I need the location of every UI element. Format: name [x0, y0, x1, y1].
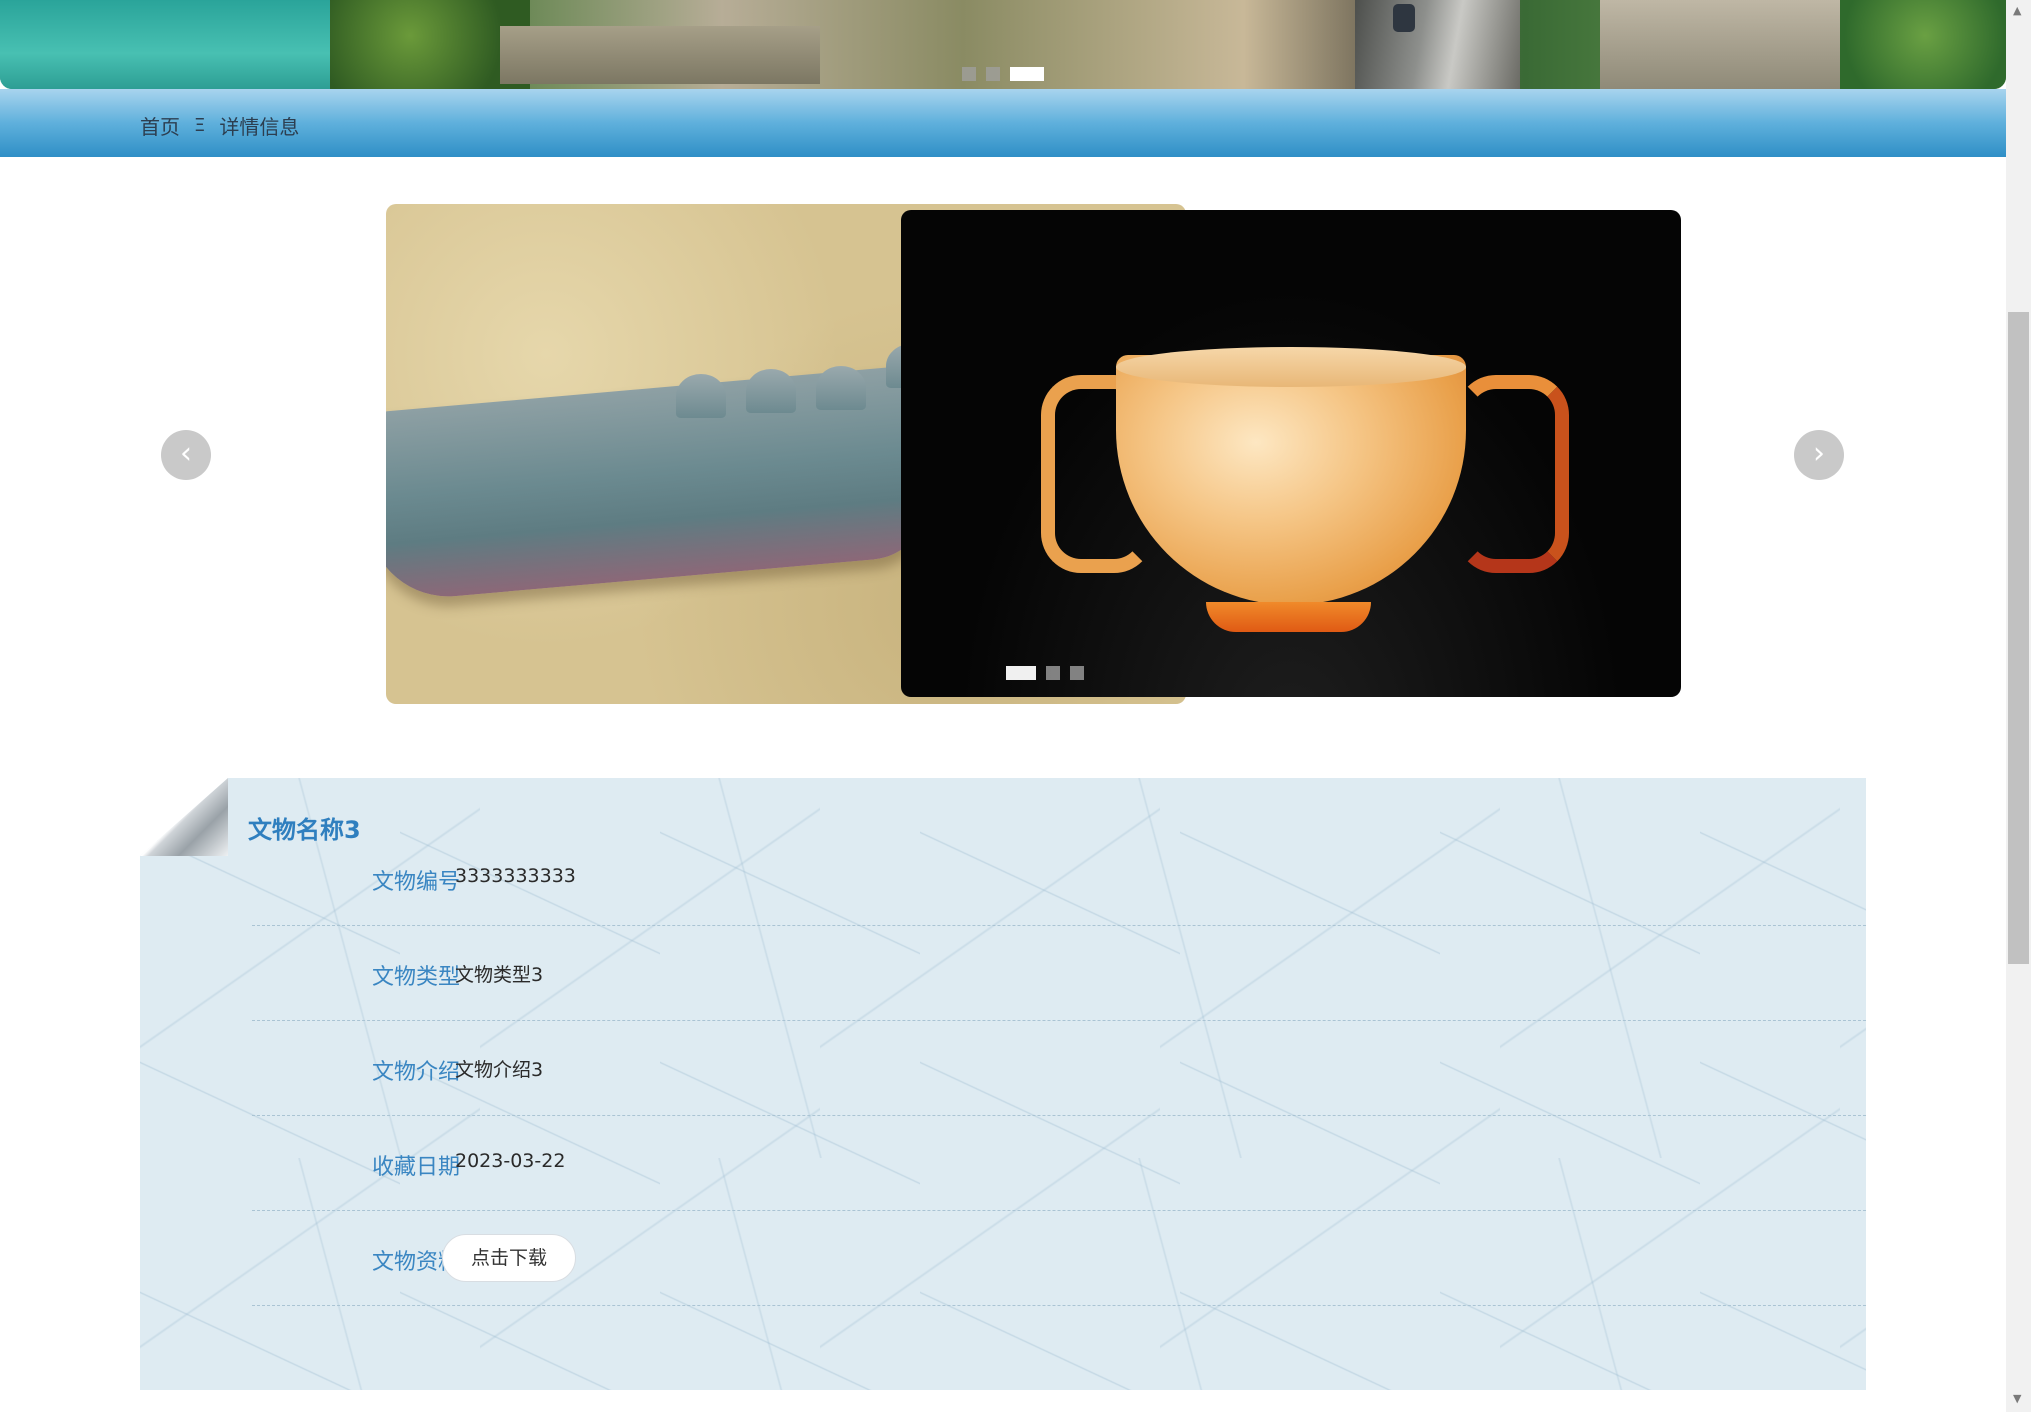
breadcrumb-current: 详情信息 — [219, 115, 300, 139]
banner-trees-right — [1840, 0, 2006, 89]
banner-dot-1[interactable] — [962, 67, 976, 81]
banner-water — [0, 0, 360, 89]
field-label: 收藏日期 — [371, 1155, 460, 1180]
banner-dot-3[interactable] — [1010, 67, 1044, 81]
banner-slide-indicators — [962, 66, 1044, 82]
detail-row-intro: 文物介绍 文物介绍3 — [252, 1020, 1866, 1116]
artifact-detail-panel: 文物名称3 文物编号 3333333333 文物类型 文物类型3 文物介绍 文物… — [140, 778, 1866, 1390]
banner-wall — [500, 26, 820, 84]
breadcrumb: 首页 Ξ 详情信息 — [140, 111, 299, 140]
carousel-dot-2[interactable] — [1046, 666, 1060, 680]
top-banner — [0, 0, 2006, 89]
field-value: 2023-03-22 — [455, 1150, 566, 1172]
cup-foot — [1206, 602, 1371, 632]
detail-row-date: 收藏日期 2023-03-22 — [252, 1115, 1866, 1211]
scroll-down-arrow-icon[interactable]: ▼ — [2013, 1392, 2021, 1405]
artifact-image-carousel: ‹ › — [0, 157, 2006, 717]
agate-cup-image — [1116, 355, 1466, 605]
detail-row-number: 文物编号 3333333333 — [252, 830, 1866, 926]
carousel-next-button[interactable]: › — [1794, 430, 1844, 480]
banner-car — [1393, 4, 1415, 32]
banner-road — [1355, 0, 1520, 89]
carousel-slide-indicators — [1006, 666, 1084, 680]
artifact-ridge — [816, 366, 866, 410]
chevron-right-icon: › — [1813, 436, 1825, 471]
banner-dot-2[interactable] — [986, 67, 1000, 81]
scroll-up-arrow-icon[interactable]: ▲ — [2013, 4, 2021, 17]
field-label: 文物类型 — [371, 965, 460, 990]
breadcrumb-bar: 首页 Ξ 详情信息 — [0, 89, 2006, 157]
carousel-dot-3[interactable] — [1070, 666, 1084, 680]
artifact-ridge — [676, 374, 726, 418]
breadcrumb-separator: Ξ — [194, 115, 206, 136]
carousel-slide-agate-cup[interactable] — [901, 210, 1681, 697]
scrollbar-thumb[interactable] — [2008, 312, 2029, 964]
field-value: 3333333333 — [455, 865, 576, 887]
download-button[interactable]: 点击下载 — [442, 1234, 576, 1282]
field-label: 文物编号 — [371, 870, 460, 895]
artifact-ridge — [746, 369, 796, 413]
banner-cliff — [1600, 0, 1840, 89]
field-label: 文物介绍 — [371, 1060, 460, 1085]
cup-handle-right — [1456, 375, 1569, 573]
field-value: 文物介绍3 — [455, 1059, 544, 1081]
carousel-dot-1[interactable] — [1006, 666, 1036, 680]
chevron-left-icon: ‹ — [180, 436, 192, 471]
breadcrumb-home-link[interactable]: 首页 — [140, 111, 180, 140]
detail-row-materials: 文物资料 点击下载 — [252, 1210, 1866, 1306]
cup-rim — [1116, 347, 1466, 387]
carousel-prev-button[interactable]: ‹ — [161, 430, 211, 480]
field-value: 文物类型3 — [455, 964, 544, 986]
page-scrollbar[interactable]: ▲ ▼ — [2006, 0, 2031, 1412]
detail-row-type: 文物类型 文物类型3 — [252, 925, 1866, 1021]
